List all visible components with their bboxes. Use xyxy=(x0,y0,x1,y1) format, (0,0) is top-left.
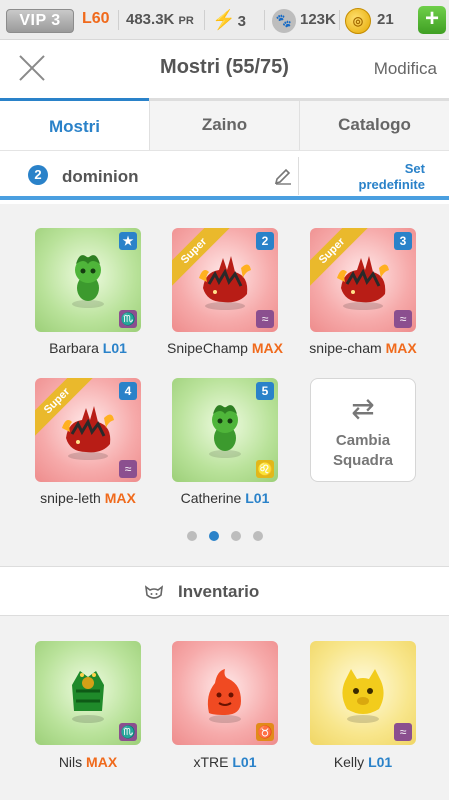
tab-mostri[interactable]: Mostri xyxy=(0,98,149,150)
slot-number-badge: 5 xyxy=(256,382,274,400)
monster-level: L01 xyxy=(232,754,257,770)
coin-icon: ◎ xyxy=(345,8,371,34)
fire-dragon-icon xyxy=(337,256,389,310)
leo-sign-icon: ♌ xyxy=(256,460,274,478)
yellow-monster-icon xyxy=(342,669,384,723)
swap-team-button[interactable]: ⇄ Cambia Squadra xyxy=(310,378,416,482)
monster-level: MAX xyxy=(251,340,283,356)
monster-level: L01 xyxy=(245,490,270,506)
inventory-monster-card[interactable]: ≈ xyxy=(310,641,416,745)
vip-badge[interactable]: VIP 3 xyxy=(6,9,74,33)
monster-name-text: snipe-leth xyxy=(40,490,101,506)
swap-arrows-icon: ⇄ xyxy=(351,393,375,424)
player-level: L60 xyxy=(82,10,110,27)
energy-value: 3 xyxy=(237,13,247,30)
slot-number-badge: 2 xyxy=(256,232,274,250)
status-bar: VIP 3 L60 483.3K PR ⚡ 3 🐾 123K ◎ 21 + xyxy=(0,0,449,40)
scorpio-sign-icon: ♏ xyxy=(119,723,137,741)
add-currency-button[interactable]: + xyxy=(418,6,446,34)
lightning-icon: ⚡ xyxy=(212,10,236,31)
preset-teams-button[interactable]: Set predefinite xyxy=(359,161,425,193)
paw-value: 123K xyxy=(300,11,336,28)
power-rating: 483.3K PR xyxy=(126,11,194,28)
divider xyxy=(118,10,119,30)
plant-monster-icon xyxy=(72,255,104,308)
power-unit: PR xyxy=(178,15,194,27)
aquarius-sign-icon: ≈ xyxy=(394,310,412,328)
monster-name-text: Kelly xyxy=(333,754,365,770)
monster-name: Catherine L01 xyxy=(155,490,295,506)
presets-label-line2: predefinite xyxy=(358,177,425,192)
header: Mostri (55/75) Modifica xyxy=(0,40,449,98)
tab-zaino[interactable]: Zaino xyxy=(149,101,299,150)
swap-label-line1: Cambia xyxy=(335,432,391,449)
monster-name-text: snipe-cham xyxy=(309,340,382,356)
page-indicator xyxy=(0,528,449,546)
monster-name-text: SnipeChamp xyxy=(167,340,248,356)
fire-dragon-icon xyxy=(62,406,114,460)
monster-name: snipe-cham MAX xyxy=(293,340,433,356)
monster-card[interactable]: 5 ♌ xyxy=(172,378,278,482)
coin-value: 21 xyxy=(377,11,394,28)
monster-name: Barbara L01 xyxy=(18,340,158,356)
page-dot[interactable] xyxy=(252,531,263,541)
team-name: dominion xyxy=(62,167,139,186)
taurus-sign-icon: ♉ xyxy=(256,723,274,741)
plant-monster-icon xyxy=(209,405,241,458)
presets-label-line1: Set xyxy=(404,161,425,176)
armored-monster-icon xyxy=(72,671,104,723)
tab-bar: Mostri Zaino Catalogo xyxy=(0,98,449,150)
inventory-bar: Inventario xyxy=(0,566,449,616)
monster-level: MAX xyxy=(86,754,118,770)
swap-label: Cambia Squadra xyxy=(311,431,415,471)
monster-card[interactable]: ★ ♏ xyxy=(35,228,141,332)
inventory-monster-card[interactable]: ♏ xyxy=(35,641,141,745)
monster-card[interactable]: Super 4 ≈ xyxy=(35,378,141,482)
monster-card[interactable]: Super 2 ≈ xyxy=(172,228,278,332)
paw-icon: 🐾 xyxy=(272,9,296,33)
monster-level: L01 xyxy=(102,340,127,356)
monster-level: L01 xyxy=(368,754,393,770)
swap-label-line2: Squadra xyxy=(332,452,393,469)
slot-number-badge: 4 xyxy=(119,382,137,400)
slot-number-badge: 3 xyxy=(394,232,412,250)
monster-name-text: Catherine xyxy=(180,490,242,506)
divider xyxy=(204,10,205,30)
inventory-monster-card[interactable]: ♉ xyxy=(172,641,278,745)
star-badge: ★ xyxy=(119,232,137,250)
monster-name: snipe-leth MAX xyxy=(18,490,158,506)
fire-blob-icon xyxy=(207,669,241,723)
monster-name-text: Barbara xyxy=(49,340,99,356)
page-dot[interactable] xyxy=(186,531,197,541)
divider xyxy=(298,157,299,195)
scorpio-sign-icon: ♏ xyxy=(119,310,137,328)
monster-name-text: xTRE xyxy=(193,754,229,770)
monster-card[interactable]: Super 3 ≈ xyxy=(310,228,416,332)
monster-name: SnipeChamp MAX xyxy=(155,340,295,356)
monster-name: Kelly L01 xyxy=(293,754,433,770)
monster-name-text: Nils xyxy=(58,754,83,770)
page-dot-active[interactable] xyxy=(208,531,219,541)
aquarius-sign-icon: ≈ xyxy=(256,310,274,328)
team-bar: 2 dominion Set predefinite xyxy=(0,150,449,200)
cat-face-icon xyxy=(144,585,164,599)
monster-level: MAX xyxy=(385,340,417,356)
tab-catalogo[interactable]: Catalogo xyxy=(299,101,449,150)
aquarius-sign-icon: ≈ xyxy=(119,460,137,478)
monster-name: xTRE L01 xyxy=(155,754,295,770)
page-dot[interactable] xyxy=(230,531,241,541)
energy-counter[interactable]: ⚡ 3 xyxy=(212,8,246,32)
pencil-icon[interactable] xyxy=(273,166,293,186)
fire-dragon-icon xyxy=(199,256,251,310)
inventory-title: Inventario xyxy=(178,582,260,601)
divider xyxy=(339,10,340,30)
aquarius-sign-icon: ≈ xyxy=(394,723,412,741)
monster-level: MAX xyxy=(104,490,136,506)
edit-button[interactable]: Modifica xyxy=(374,59,437,79)
power-value: 483.3K xyxy=(126,11,175,28)
divider xyxy=(264,10,265,30)
team-number-badge: 2 xyxy=(28,165,48,185)
monster-name: Nils MAX xyxy=(18,754,158,770)
